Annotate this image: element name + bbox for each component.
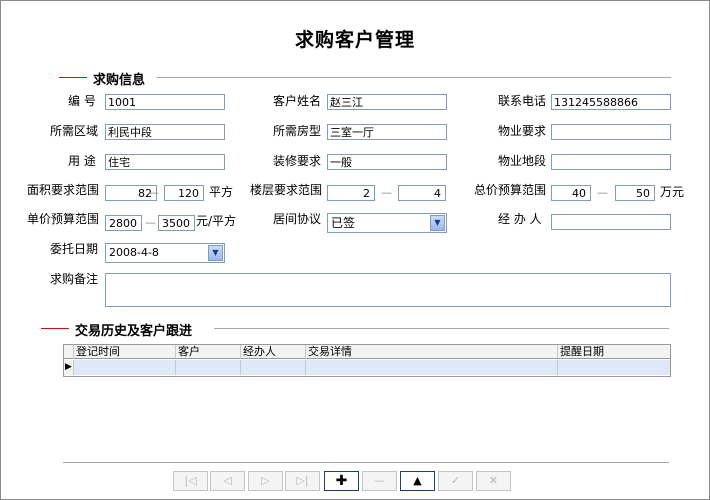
section-divider-red [41, 328, 69, 329]
label-agent: 经 办 人 [498, 212, 542, 226]
area-unit: 平方 [209, 185, 234, 199]
table-cell[interactable] [241, 360, 306, 375]
table-cell[interactable] [558, 360, 670, 375]
window: 求购客户管理 求购信息 编 号 1001 客户姓名 赵三江 联系电话 13124… [0, 0, 710, 500]
remarks-textarea[interactable] [105, 273, 671, 307]
table-cell[interactable] [176, 360, 241, 375]
label-id: 编 号 [68, 94, 96, 108]
area-region-field[interactable]: 利民中段 [105, 124, 225, 140]
usage-field[interactable]: 住宅 [105, 154, 225, 170]
cancel-icon: ✕ [488, 474, 499, 487]
range-separator: — [381, 186, 392, 199]
property-req-field[interactable] [551, 124, 671, 140]
phone-field[interactable]: 131245588866 [551, 94, 671, 110]
property-location-field[interactable] [551, 154, 671, 170]
delete-record-button[interactable]: — [362, 471, 397, 491]
agreement-select[interactable]: 已签 ▼ [327, 213, 447, 233]
label-area-region: 所需区域 [50, 124, 99, 138]
footer-divider [63, 462, 669, 463]
post-icon: ✓ [450, 474, 461, 487]
page-title: 求购客户管理 [294, 29, 415, 51]
id-field[interactable]: 1001 [105, 94, 225, 110]
label-property-req: 物业要求 [498, 124, 547, 138]
label-unit-budget: 单价预算范围 [27, 212, 100, 226]
delete-icon: — [374, 474, 385, 487]
column-header[interactable]: 交易详情 [306, 345, 558, 359]
agreement-value: 已签 [331, 216, 356, 230]
prev-icon: ◁ [223, 474, 232, 487]
next-record-button[interactable]: ▷ [248, 471, 283, 491]
range-separator: — [148, 186, 159, 199]
row-indicator-icon: ▶ [64, 360, 74, 375]
column-header[interactable]: 登记时间 [74, 345, 176, 359]
unit-budget-unit: 元/平方 [196, 214, 237, 228]
label-decoration: 装修要求 [273, 154, 322, 168]
history-grid[interactable]: 登记时间 客户 经办人 交易详情 提醒日期 ▶ [63, 344, 671, 377]
section-divider-red [59, 77, 87, 78]
section-divider [214, 328, 669, 329]
label-room-type: 所需房型 [273, 124, 322, 138]
section-divider [157, 77, 671, 78]
section-title-info: 求购信息 [93, 73, 146, 88]
label-customer-name: 客户姓名 [273, 94, 322, 108]
total-budget-max-field[interactable]: 50 [615, 185, 655, 201]
decoration-field[interactable]: 一般 [327, 154, 447, 170]
label-entrust-date: 委托日期 [50, 242, 99, 256]
cancel-record-button[interactable]: ✕ [476, 471, 511, 491]
unit-budget-max-field[interactable]: 3500 [158, 215, 195, 231]
label-floor-range: 楼层要求范围 [250, 183, 323, 197]
agent-field[interactable] [551, 214, 671, 230]
label-total-budget: 总价预算范围 [474, 183, 547, 197]
room-type-field[interactable]: 三室一厅 [327, 124, 447, 140]
entrust-date-picker[interactable]: 2008-4-8 ▼ [105, 243, 225, 263]
label-area-range: 面积要求范围 [27, 183, 100, 197]
post-record-button[interactable]: ✓ [438, 471, 473, 491]
table-cell[interactable] [306, 360, 558, 375]
column-header[interactable]: 经办人 [241, 345, 306, 359]
unit-budget-min-field[interactable]: 2800 [105, 215, 142, 231]
label-phone: 联系电话 [498, 94, 547, 108]
chevron-down-icon[interactable]: ▼ [430, 215, 445, 231]
total-budget-min-field[interactable]: 40 [551, 185, 591, 201]
edit-record-button[interactable]: ▲ [400, 471, 435, 491]
add-icon: ✚ [335, 473, 348, 489]
area-max-field[interactable]: 120 [164, 185, 204, 201]
entrust-date-value: 2008-4-8 [109, 246, 159, 259]
next-icon: ▷ [261, 474, 270, 487]
grid-corner [64, 345, 74, 359]
last-record-button[interactable]: ▷| [285, 471, 320, 491]
range-separator: — [145, 216, 156, 229]
section-title-history: 交易历史及客户跟进 [75, 324, 193, 339]
floor-max-field[interactable]: 4 [398, 185, 446, 201]
total-budget-unit: 万元 [660, 185, 685, 199]
label-remarks: 求购备注 [50, 272, 99, 286]
edit-icon: ▲ [413, 474, 422, 487]
insert-record-button[interactable]: ✚ [324, 471, 359, 491]
customer-name-field[interactable]: 赵三江 [327, 94, 447, 110]
last-icon: ▷| [296, 474, 309, 487]
column-header[interactable]: 客户 [176, 345, 241, 359]
table-cell[interactable] [74, 360, 176, 375]
floor-min-field[interactable]: 2 [327, 185, 375, 201]
label-agreement: 居间协议 [273, 212, 322, 226]
first-icon: |◁ [184, 474, 197, 487]
label-property-location: 物业地段 [498, 154, 547, 168]
column-header[interactable]: 提醒日期 [558, 345, 670, 359]
label-usage: 用 途 [68, 154, 96, 168]
range-separator: — [597, 186, 608, 199]
first-record-button[interactable]: |◁ [173, 471, 208, 491]
chevron-down-icon[interactable]: ▼ [208, 245, 223, 261]
prior-record-button[interactable]: ◁ [210, 471, 245, 491]
